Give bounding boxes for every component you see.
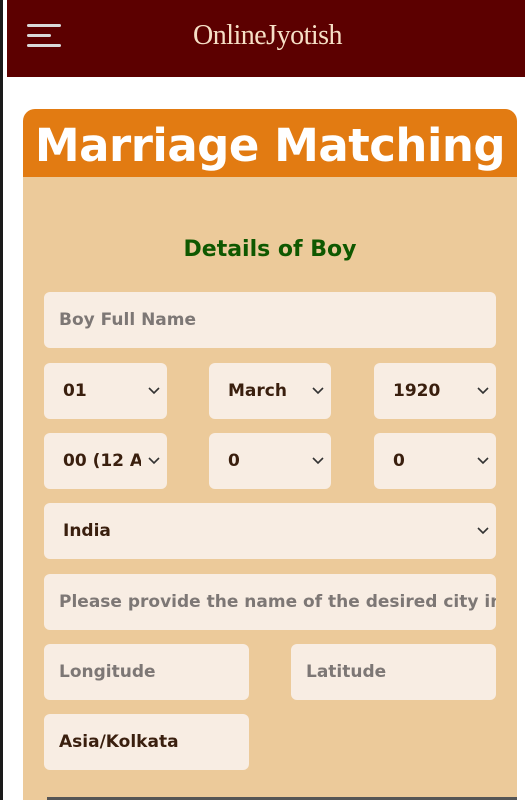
birth-year-select[interactable]: 1920 <box>374 363 496 419</box>
chevron-down-icon <box>470 503 496 559</box>
page-banner: Marriage Matching <box>23 109 517 179</box>
birth-year-value: 1920 <box>393 381 441 401</box>
birth-day-value: 01 <box>63 381 87 401</box>
birth-minute-value: 0 <box>228 451 240 471</box>
country-select[interactable]: India <box>44 503 496 559</box>
country-value: India <box>63 521 111 541</box>
timezone-input[interactable]: Asia/Kolkata <box>44 714 249 770</box>
section-title: Details of Boy <box>183 237 357 262</box>
city-placeholder: Please provide the name of the desired c… <box>59 592 496 612</box>
chevron-down-icon <box>305 433 331 489</box>
birth-minute-select[interactable]: 0 <box>209 433 331 489</box>
latitude-input[interactable]: Latitude <box>291 644 496 700</box>
chevron-down-icon <box>141 433 167 489</box>
birth-day-select[interactable]: 01 <box>44 363 167 419</box>
birth-month-value: March <box>228 381 287 401</box>
birth-hour-select[interactable]: 00 (12 AM) <box>44 433 167 489</box>
chevron-down-icon <box>141 363 167 419</box>
birth-month-select[interactable]: March <box>209 363 331 419</box>
brand-logo[interactable]: OnlineJyotish <box>7 20 525 52</box>
birth-second-value: 0 <box>393 451 405 471</box>
chevron-down-icon <box>470 363 496 419</box>
birth-hour-value: 00 (12 AM) <box>63 451 141 471</box>
top-navbar: OnlineJyotish <box>7 0 525 77</box>
longitude-input[interactable]: Longitude <box>44 644 249 700</box>
chevron-down-icon <box>305 363 331 419</box>
birth-second-select[interactable]: 0 <box>374 433 496 489</box>
app-frame: OnlineJyotish Marriage Matching Details … <box>0 0 525 800</box>
boy-name-input[interactable]: Boy Full Name <box>44 292 496 348</box>
longitude-placeholder: Longitude <box>59 662 156 682</box>
boy-name-placeholder: Boy Full Name <box>59 310 197 330</box>
page-title: Marriage Matching <box>34 119 506 172</box>
city-input[interactable]: Please provide the name of the desired c… <box>44 574 496 630</box>
chevron-down-icon <box>470 433 496 489</box>
latitude-placeholder: Latitude <box>306 662 387 682</box>
timezone-value: Asia/Kolkata <box>59 732 179 752</box>
